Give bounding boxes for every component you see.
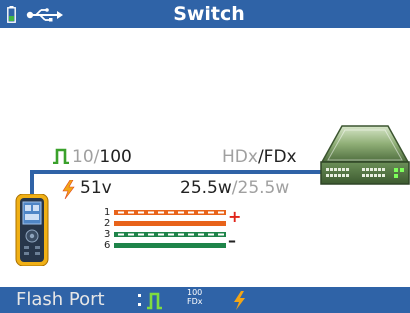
link-pulse-small-icon: [147, 292, 162, 310]
flash-port-button[interactable]: Flash Port: [16, 289, 105, 311]
switch-icon: [320, 125, 410, 185]
poe-watts-measured: 25.5w: [180, 178, 232, 198]
poe-pair-diagram: 1 2 3 6 + –: [104, 207, 241, 251]
wire-2: [114, 221, 226, 226]
poe-bolt-small-icon: [234, 291, 245, 310]
duplex-full: FDx: [263, 147, 297, 167]
poe-bolt-icon: [62, 180, 75, 199]
screen-title: Switch: [173, 3, 245, 25]
link-dots-icon: [138, 294, 141, 306]
pair-number-2: 2: [104, 218, 110, 229]
speed-100: 100: [99, 147, 132, 167]
negative-sign: –: [228, 231, 236, 250]
link-cable-line: [30, 170, 330, 174]
duplex-half: HDx: [222, 147, 258, 167]
link-speed: 10/100: [52, 147, 132, 167]
status-bar: Flash Port 100 FDx: [0, 287, 410, 313]
link-duplex: HDx/FDx: [222, 147, 297, 167]
speed-10: 10: [72, 147, 94, 167]
positive-sign: +: [228, 207, 241, 226]
pair-number-3: 3: [104, 229, 110, 240]
status-speed-value: 100: [187, 288, 203, 297]
poe-watts: 25.5w/25.5w: [180, 178, 289, 198]
pair-number-1: 1: [104, 207, 110, 218]
poe-watts-class: 25.5w: [237, 178, 290, 198]
wire-6: [114, 243, 226, 248]
title-bar: Switch: [0, 0, 410, 28]
poe-voltage: 51v: [80, 178, 112, 198]
status-speed: 100 FDx: [187, 288, 203, 306]
pair-number-6: 6: [104, 240, 110, 251]
status-duplex-value: FDx: [187, 297, 203, 306]
link-pulse-icon: [53, 148, 69, 164]
tester-device-icon: [15, 194, 49, 266]
status-icons: [138, 291, 245, 310]
tester-screen: Switch 10/100 HDx/FDx 51v 25.5w/25.5w 1 …: [0, 0, 410, 313]
